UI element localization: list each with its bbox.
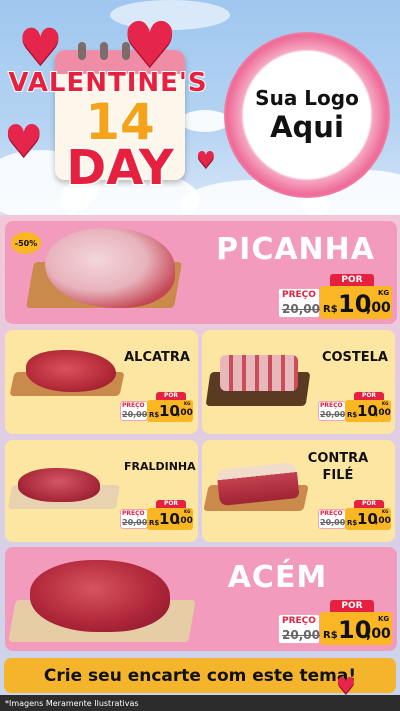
price-por-label: POR bbox=[330, 274, 374, 286]
price-tag: POR PREÇO 20,00 R$ 10 ,00 KG bbox=[318, 500, 393, 532]
product-name: FRALDINHA bbox=[124, 460, 196, 473]
cloud bbox=[180, 110, 230, 132]
price-label: PREÇO bbox=[320, 402, 343, 409]
price-label: PREÇO bbox=[282, 290, 316, 300]
price-por-label: POR bbox=[330, 600, 374, 612]
currency: R$ bbox=[347, 519, 358, 527]
calendar-ring bbox=[78, 42, 86, 60]
currency: R$ bbox=[323, 630, 338, 641]
product-name: PICANHA bbox=[216, 232, 375, 267]
price-tag: POR PREÇO 20,00 R$ 10 ,00 KG bbox=[318, 392, 393, 424]
price-dec: ,00 bbox=[366, 300, 391, 316]
unit: KG bbox=[382, 509, 389, 514]
price-tag: POR PREÇO 20,00 R$ 10 ,00 KG bbox=[120, 500, 195, 532]
currency: R$ bbox=[323, 304, 338, 315]
unit: KG bbox=[378, 615, 390, 623]
calendar-ring bbox=[100, 42, 108, 60]
price-tag: POR PREÇO 20,00 R$ 10 ,00 KG bbox=[278, 274, 394, 320]
footer-disclaimer: *Imagens Meramente Ilustrativas bbox=[0, 695, 400, 711]
price-por-label: POR bbox=[156, 392, 186, 400]
price-label: PREÇO bbox=[320, 510, 343, 517]
old-price: 20,00 bbox=[320, 518, 346, 527]
product-name: ALCATRA bbox=[124, 350, 190, 365]
price-por-label: POR bbox=[156, 500, 186, 508]
product-name: CONTRA FILÉ bbox=[290, 450, 386, 484]
currency: R$ bbox=[347, 411, 358, 419]
logo-placeholder[interactable]: Sua Logo Aqui bbox=[244, 52, 370, 178]
price-label: PREÇO bbox=[282, 616, 316, 626]
unit: KG bbox=[382, 401, 389, 406]
title-day: DAY bbox=[65, 139, 175, 198]
heart-icon: ♥ bbox=[18, 18, 63, 76]
heart-icon: ♥ bbox=[122, 8, 178, 81]
price-label: PREÇO bbox=[122, 510, 145, 517]
price-dec: ,00 bbox=[375, 516, 391, 526]
price-dec: ,00 bbox=[375, 408, 391, 418]
product-name: ACÉM bbox=[227, 560, 328, 595]
meat-image-costela bbox=[220, 355, 298, 391]
unit: KG bbox=[184, 401, 191, 406]
price-label: PREÇO bbox=[122, 402, 145, 409]
heart-icon: ♥ bbox=[4, 116, 44, 167]
price-tag: POR PREÇO 20,00 R$ 10 ,00 KG bbox=[120, 392, 195, 424]
old-price: 20,00 bbox=[282, 628, 320, 642]
heart-icon: ♥ bbox=[196, 148, 216, 173]
old-price: 20,00 bbox=[122, 518, 148, 527]
product-name-line1: CONTRA bbox=[307, 451, 369, 466]
price-tag: POR PREÇO 20,00 R$ 10 ,00 KG bbox=[278, 600, 394, 646]
unit: KG bbox=[184, 509, 191, 514]
old-price: 20,00 bbox=[282, 302, 320, 316]
discount-badge: -50% bbox=[11, 232, 41, 254]
product-name: COSTELA bbox=[321, 350, 388, 365]
old-price: 20,00 bbox=[320, 410, 346, 419]
product-name-line2: FILÉ bbox=[322, 468, 354, 483]
logo-line1: Sua Logo bbox=[255, 86, 359, 110]
currency: R$ bbox=[149, 519, 160, 527]
logo-line2: Aqui bbox=[270, 110, 344, 144]
meat-image-acem bbox=[30, 560, 170, 632]
price-por-label: POR bbox=[354, 500, 384, 508]
price-dec: ,00 bbox=[177, 516, 193, 526]
currency: R$ bbox=[149, 411, 160, 419]
price-por-label: POR bbox=[354, 392, 384, 400]
price-dec: ,00 bbox=[177, 408, 193, 418]
unit: KG bbox=[378, 289, 390, 297]
old-price: 20,00 bbox=[122, 410, 148, 419]
price-dec: ,00 bbox=[366, 626, 391, 642]
header-banner: ♥ ♥ ♥ ♥ VALENTINE'S 14 DAY Sua Logo Aqui bbox=[0, 0, 400, 215]
meat-image-fraldinha bbox=[18, 468, 100, 502]
